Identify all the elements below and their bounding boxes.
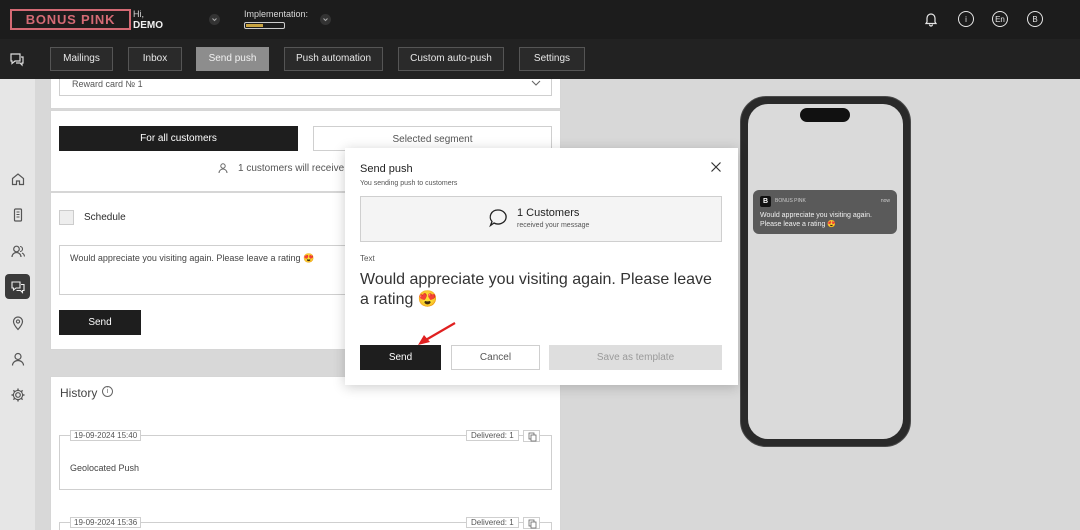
gear-icon[interactable] (5, 382, 30, 407)
sidebar (0, 79, 35, 530)
bell-icon[interactable] (923, 11, 939, 27)
user-icon[interactable] (5, 346, 30, 371)
home-icon[interactable] (5, 166, 30, 191)
send-push-modal: Send push You sending push to customers … (345, 148, 738, 385)
copy-icon[interactable] (523, 430, 540, 442)
tab-push-automation[interactable]: Push automation (284, 47, 383, 71)
user-name: DEMO (133, 20, 163, 31)
chat-bubble-icon (487, 207, 509, 229)
schedule-label: Schedule (84, 212, 126, 223)
tab-settings[interactable]: Settings (519, 47, 585, 71)
modal-title: Send push (360, 163, 413, 175)
avatar[interactable]: B (1027, 11, 1043, 27)
history-item-text: Geolocated Push (70, 463, 140, 473)
location-icon[interactable] (5, 310, 30, 335)
implementation-dropdown-icon[interactable] (320, 14, 331, 25)
info-icon[interactable]: i (102, 386, 113, 397)
greeting: Hi, (133, 9, 144, 19)
schedule-checkbox[interactable] (59, 210, 74, 225)
customers-notice-text: 1 customers will receive yo (238, 162, 358, 174)
push-text: Would appreciate you visiting again. Ple… (360, 271, 712, 308)
recipients-summary: 1 Customers received your message (360, 196, 722, 242)
push-icon[interactable] (5, 274, 30, 299)
implementation-label: Implementation: (244, 9, 309, 19)
implementation-progress-fill (246, 24, 263, 27)
phone-mockup (740, 96, 911, 447)
chevron-down-icon (531, 80, 541, 86)
history-item-delivered: Delivered: 1 (466, 517, 519, 528)
send-button[interactable]: Send (59, 310, 141, 335)
notification-time: now (880, 198, 890, 204)
notification-app-name: BONUS PINK (775, 198, 806, 204)
modal-subtitle: You sending push to customers (360, 180, 458, 187)
close-icon[interactable] (709, 160, 723, 174)
card-select[interactable]: Reward card № 1 (59, 79, 552, 96)
info-icon[interactable]: i (958, 11, 974, 27)
for-all-customers-button[interactable]: For all customers (59, 126, 298, 151)
tab-custom-auto-push[interactable]: Custom auto-push (398, 47, 504, 71)
history-item-delivered: Delivered: 1 (466, 430, 519, 441)
customers-small-icon (218, 163, 228, 174)
nav-row: Mailings Inbox Send push Push automation… (0, 39, 1080, 79)
recipients-count: 1 Customers (517, 207, 580, 219)
customers-icon[interactable] (5, 238, 30, 263)
notification-text: Would appreciate you visiting again. Ple… (760, 212, 872, 228)
modal-cancel-button[interactable]: Cancel (451, 345, 540, 370)
phone-notch (800, 108, 850, 122)
tab-mailings[interactable]: Mailings (50, 47, 113, 71)
chat-icon[interactable] (8, 50, 26, 71)
copy-icon[interactable] (523, 517, 540, 529)
tab-inbox[interactable]: Inbox (128, 47, 182, 71)
tab-send-push[interactable]: Send push (196, 47, 269, 71)
history-title: History (60, 386, 98, 400)
implementation-progress (244, 22, 285, 29)
modal-send-button[interactable]: Send (360, 345, 441, 370)
recipients-sub: received your message (517, 222, 590, 229)
phone-card-icon[interactable] (5, 202, 30, 227)
message-input[interactable]: Would appreciate you visiting again. Ple… (59, 245, 349, 295)
save-as-template-button[interactable]: Save as template (549, 345, 722, 370)
history-item-date: 19-09-2024 15:36 (70, 517, 142, 528)
card-select-value: Reward card № 1 (72, 79, 143, 89)
push-notification-preview: B BONUS PINK now Would appreciate you vi… (753, 190, 897, 234)
text-label: Text (360, 254, 375, 263)
history-item-date: 19-09-2024 15:40 (70, 430, 142, 441)
customers-notice: 1 customers will receive yo (218, 162, 357, 174)
phone-screen (748, 104, 903, 439)
language-switch[interactable]: En (992, 11, 1008, 27)
top-bar: BONUS PINK Hi, DEMO Implementation: i En… (0, 0, 1080, 39)
brand-logo[interactable]: BONUS PINK (10, 9, 131, 30)
notification-app-logo: B (760, 196, 771, 207)
user-dropdown-icon[interactable] (209, 14, 220, 25)
arrow-annotation-icon (418, 322, 456, 345)
history-item[interactable]: Geolocated Push (59, 435, 552, 490)
